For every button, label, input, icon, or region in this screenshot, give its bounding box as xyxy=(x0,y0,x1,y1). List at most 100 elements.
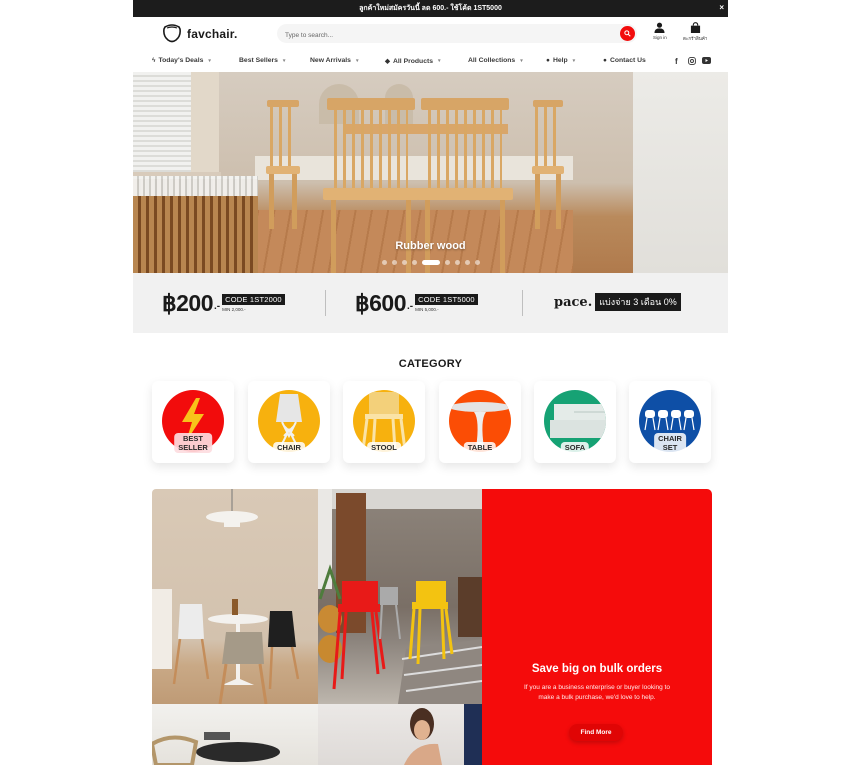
search-input[interactable] xyxy=(277,26,597,45)
slider-dot[interactable] xyxy=(444,260,450,265)
nav-label: Best Sellers xyxy=(239,57,278,64)
coupon-600[interactable]: ฿600 .- CODE 1ST5000 MIN 5,000.- xyxy=(355,291,478,315)
logo[interactable]: favchair. xyxy=(162,24,238,43)
coupon-amount: ฿200 xyxy=(162,290,214,316)
coupon-min: MIN 2,000.- xyxy=(222,307,246,312)
info-icon: ● xyxy=(546,57,550,64)
logo-text: favchair. xyxy=(187,26,238,41)
bulk-description: If you are a business enterprise or buye… xyxy=(524,684,670,701)
user-icon xyxy=(654,22,665,33)
announcement-text: ลูกค้าใหม่สมัครวันนี้ ลด 600.- ใช้โค้ด 1… xyxy=(359,5,502,12)
nav-label: Help xyxy=(552,57,568,64)
nav-label: All Products xyxy=(393,57,434,65)
nav-item-todays-deals[interactable]: ϟ Today's Deals ▾ xyxy=(152,57,211,64)
promo-strip: ฿200 .- CODE 1ST2000 MIN 2,000.- ฿600 .-… xyxy=(133,273,728,333)
category-table[interactable]: TABLE xyxy=(439,381,521,463)
sign-in-button[interactable]: Sign in xyxy=(653,22,667,40)
coupon-min: MIN 5,000.- xyxy=(415,307,439,312)
coupon-code: CODE 1ST5000 xyxy=(415,294,478,305)
announcement-bar: ลูกค้าใหม่สมัครวันนี้ ลด 600.- ใช้โค้ด 1… xyxy=(133,0,728,17)
category-chair[interactable]: CHAIR xyxy=(248,381,330,463)
photo-dining-set[interactable] xyxy=(152,489,318,704)
category-label: STOOL xyxy=(367,442,401,453)
youtube-icon[interactable] xyxy=(702,57,711,64)
chat-icon: ● xyxy=(603,57,607,64)
nav-item-new-arrivals[interactable]: New Arrivals ▾ xyxy=(310,57,358,64)
nav-item-contact-us[interactable]: ● Contact Us xyxy=(603,57,646,64)
slider-dot[interactable] xyxy=(381,260,387,265)
logo-chair-icon xyxy=(163,24,181,43)
photo-workspace[interactable] xyxy=(152,704,318,765)
bulk-orders-panel: Save big on bulk orders If you are a bus… xyxy=(482,489,712,765)
slider-dot[interactable] xyxy=(391,260,397,265)
chair xyxy=(531,100,565,230)
chevron-down-icon: ▾ xyxy=(355,57,359,64)
category-label: BEST SELLER xyxy=(174,433,212,453)
main-nav: ϟ Today's Deals ▾ Best Sellers ▾ New Arr… xyxy=(133,51,728,72)
divider xyxy=(325,290,326,316)
chevron-down-icon: ▾ xyxy=(520,57,523,64)
nav-label: All Collections xyxy=(468,57,516,64)
chevron-down-icon: ▾ xyxy=(282,57,286,64)
category-stool[interactable]: STOOL xyxy=(343,381,425,463)
slider-dot[interactable] xyxy=(411,260,417,265)
coupon-200[interactable]: ฿200 .- CODE 1ST2000 MIN 2,000.- xyxy=(162,291,285,315)
category-label: SOFA xyxy=(560,442,590,453)
slider-dot-active[interactable] xyxy=(421,260,440,265)
coupon-code: CODE 1ST2000 xyxy=(222,294,285,305)
cart-label: ตะกร้าสินค้า xyxy=(683,36,708,41)
slider-dot[interactable] xyxy=(464,260,470,265)
nav-item-all-products[interactable]: ◆ All Products ▾ xyxy=(385,57,441,66)
category-best-seller[interactable]: BEST SELLER xyxy=(152,381,234,463)
chevron-down-icon: ▾ xyxy=(438,58,441,64)
bolt-icon: ϟ xyxy=(152,57,156,64)
divider xyxy=(522,290,523,316)
window-blinds xyxy=(133,72,191,177)
hero-slider[interactable]: Rubber wood xyxy=(133,72,728,273)
slider-dot[interactable] xyxy=(474,260,480,265)
pace-logo: pace. xyxy=(554,294,593,310)
slider-dot[interactable] xyxy=(454,260,460,265)
category-title: CATEGORY xyxy=(398,358,463,370)
search-button[interactable] xyxy=(620,26,635,41)
category-label: CHAIR xyxy=(273,442,305,453)
coupon-suffix: .- xyxy=(407,301,414,312)
nav-label: Contact Us xyxy=(609,57,646,64)
header: favchair. Sign in ตะกร้าสินค้า xyxy=(133,17,728,51)
coupon-suffix: .- xyxy=(214,301,221,312)
close-icon[interactable]: × xyxy=(719,3,724,12)
sign-in-label: Sign in xyxy=(653,35,667,40)
search-bar xyxy=(277,24,637,45)
nav-label: Today's Deals xyxy=(158,57,204,64)
nav-item-all-collections[interactable]: All Collections ▾ xyxy=(468,57,523,64)
search-icon xyxy=(624,30,631,37)
pace-tag: แบ่งจ่าย 3 เดือน 0% xyxy=(595,293,681,311)
category-label: CHAIR SET xyxy=(654,433,686,453)
slider-dot[interactable] xyxy=(401,260,407,265)
photo-bar-stools[interactable] xyxy=(318,489,482,704)
slider-dots xyxy=(133,260,728,265)
window-frame xyxy=(191,72,219,182)
category-sofa[interactable]: SOFA xyxy=(534,381,616,463)
photo-model[interactable] xyxy=(318,704,482,765)
cart-button[interactable]: ตะกร้าสินค้า xyxy=(683,22,707,42)
shopping-bag-icon xyxy=(690,22,700,33)
slide-caption: Rubber wood xyxy=(395,240,466,252)
chevron-down-icon: ▾ xyxy=(208,57,211,64)
nav-label: New Arrivals xyxy=(310,57,351,64)
chevron-down-icon: ▾ xyxy=(572,57,576,64)
bulk-title: Save big on bulk orders xyxy=(531,663,663,675)
nav-item-help[interactable]: ● Help ▾ xyxy=(546,57,575,64)
category-label: TABLE xyxy=(463,442,497,453)
tag-icon: ◆ xyxy=(385,58,390,65)
category-chair-set[interactable]: CHAIR SET xyxy=(629,381,711,463)
cabinet-top xyxy=(133,176,258,196)
instagram-icon[interactable] xyxy=(688,57,696,65)
coupon-amount: ฿600 xyxy=(355,290,407,316)
chair xyxy=(265,100,301,230)
page: ลูกค้าใหม่สมัครวันนี้ ลด 600.- ใช้โค้ด 1… xyxy=(133,0,728,765)
pace-installment-banner[interactable]: pace. แบ่งจ่าย 3 เดือน 0% xyxy=(554,293,681,311)
nav-item-best-sellers[interactable]: Best Sellers ▾ xyxy=(239,57,285,64)
facebook-icon[interactable]: f xyxy=(675,57,678,66)
find-more-button[interactable]: Find More xyxy=(569,724,623,741)
